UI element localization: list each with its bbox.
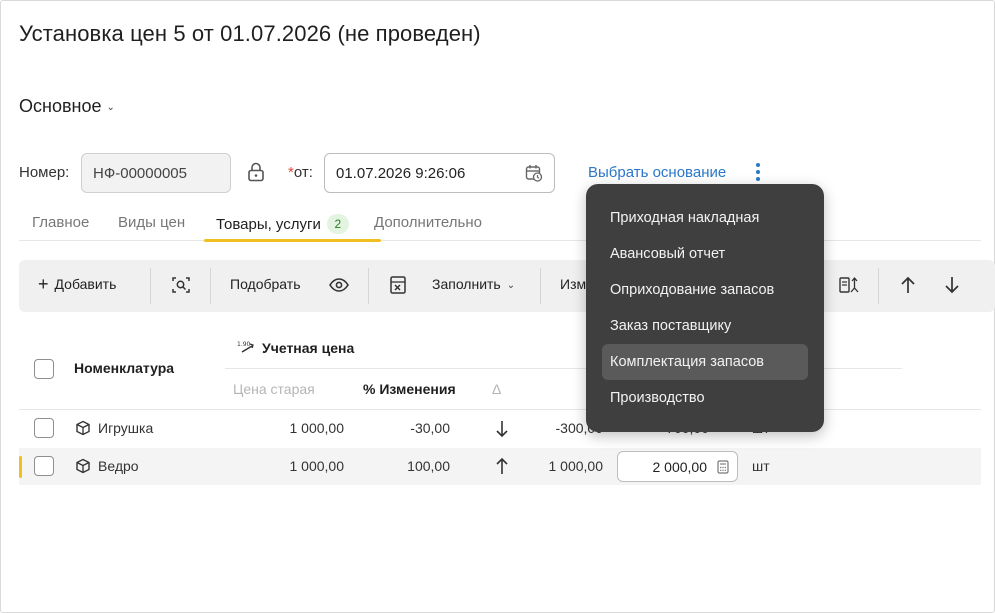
row-change-pct: -30,00 (410, 420, 450, 436)
menu-item-incoming-invoice[interactable]: Приходная накладная (602, 200, 808, 236)
toolbar-divider (540, 268, 541, 304)
arrow-up-icon (496, 457, 508, 474)
column-group-accounting-price[interactable]: Учетная цена (262, 340, 354, 356)
arrow-down-icon[interactable] (941, 274, 963, 296)
change-button[interactable]: Изм (560, 276, 586, 292)
new-price-input[interactable]: 2 000,00 (617, 451, 738, 482)
add-button[interactable]: + Добавить (38, 274, 117, 294)
arrow-up-icon[interactable] (897, 274, 919, 296)
package-icon (76, 458, 90, 474)
date-label-wrap: *от: (288, 164, 313, 181)
table-row[interactable]: Ведро 1 000,00 100,00 1 000,00 2 000,00 … (19, 448, 981, 485)
tab-goods-label: Товары, услуги (216, 216, 321, 233)
svg-text:1.90: 1.90 (237, 341, 251, 348)
tab-goods-services[interactable]: Товары, услуги 2 (216, 214, 349, 234)
number-label: Номер: (19, 164, 70, 181)
tab-price-types[interactable]: Виды цен (118, 214, 185, 231)
plus-icon: + (38, 274, 49, 294)
lock-icon[interactable] (247, 162, 265, 182)
column-header-delta[interactable]: Δ (492, 381, 501, 397)
chevron-down-icon: ⌄ (106, 102, 115, 113)
date-field[interactable]: 01.07.2026 9:26:06 (324, 153, 555, 193)
row-old-price: 1 000,00 (289, 458, 345, 474)
table-row[interactable]: Игрушка 1 000,00 -30,00 -300,00 700,00 ш… (19, 410, 981, 447)
price-tag-icon: 1.90 (237, 341, 254, 353)
menu-item-advance-report[interactable]: Авансовый отчет (602, 236, 808, 272)
number-field[interactable]: НФ-00000005 (81, 153, 231, 193)
date-label: от: (293, 164, 313, 181)
excel-fill-icon[interactable] (387, 274, 409, 296)
fill-label: Заполнить (432, 276, 501, 292)
toolbar-divider (150, 268, 151, 304)
select-basis-link[interactable]: Выбрать основание (588, 164, 726, 181)
tab-main[interactable]: Главное (32, 214, 89, 231)
row-delta: 1 000,00 (548, 458, 604, 474)
row-checkbox[interactable] (34, 418, 54, 438)
new-price-value: 2 000,00 (652, 458, 708, 475)
column-header-change-pct[interactable]: % Изменения (363, 381, 456, 397)
row-change-pct: 100,00 (407, 458, 450, 474)
chevron-down-icon: ⌄ (506, 279, 516, 291)
fill-button[interactable]: Заполнить ⌄ (432, 276, 515, 292)
menu-item-stock-receipt[interactable]: Оприходование запасов (602, 272, 808, 308)
sort-text-icon[interactable] (837, 274, 859, 296)
section-selector[interactable]: Основное ⌄ (19, 96, 115, 117)
more-vertical-icon[interactable] (755, 163, 761, 183)
current-row-marker (19, 456, 22, 478)
active-tab-indicator (204, 239, 381, 242)
toolbar-divider (368, 268, 369, 304)
calculator-icon[interactable] (717, 460, 729, 474)
calendar-clock-icon[interactable] (525, 164, 543, 182)
pick-button[interactable]: Подобрать (230, 276, 301, 292)
date-value: 01.07.2026 9:26:06 (336, 164, 466, 182)
toolbar-divider (210, 268, 211, 304)
row-checkbox[interactable] (34, 456, 54, 476)
column-header-nomenclature[interactable]: Номенклатура (74, 360, 174, 376)
menu-item-production[interactable]: Производство (602, 380, 808, 416)
menu-item-supplier-order[interactable]: Заказ поставщику (602, 308, 808, 344)
tab-count-badge: 2 (326, 214, 349, 234)
eye-icon[interactable] (328, 274, 350, 296)
column-header-old-price[interactable]: Цена старая (233, 381, 315, 397)
tab-additional[interactable]: Дополнительно (374, 214, 482, 231)
section-label: Основное (19, 96, 102, 116)
arrow-down-icon (496, 421, 508, 438)
row-unit: шт (752, 458, 770, 474)
toolbar-divider (878, 268, 879, 304)
row-name: Ведро (98, 458, 139, 474)
menu-item-stock-assembly[interactable]: Комплектация запасов (602, 344, 808, 380)
row-old-price: 1 000,00 (289, 420, 345, 436)
basis-dropdown-menu: Приходная накладная Авансовый отчет Опри… (586, 184, 824, 432)
tabs-bar: Главное Виды цен Товары, услуги 2 Дополни… (19, 205, 981, 242)
page-title: Установка цен 5 от 01.07.2026 (не провед… (19, 21, 481, 46)
scan-search-icon[interactable] (170, 274, 192, 296)
number-value: НФ-00000005 (93, 164, 187, 182)
row-name: Игрушка (98, 420, 154, 436)
table-toolbar: + Добавить Подобрать Заполнить ⌄ Изм (19, 260, 995, 312)
package-icon (76, 420, 90, 436)
select-all-checkbox[interactable] (34, 359, 54, 379)
add-label: Добавить (54, 276, 117, 292)
